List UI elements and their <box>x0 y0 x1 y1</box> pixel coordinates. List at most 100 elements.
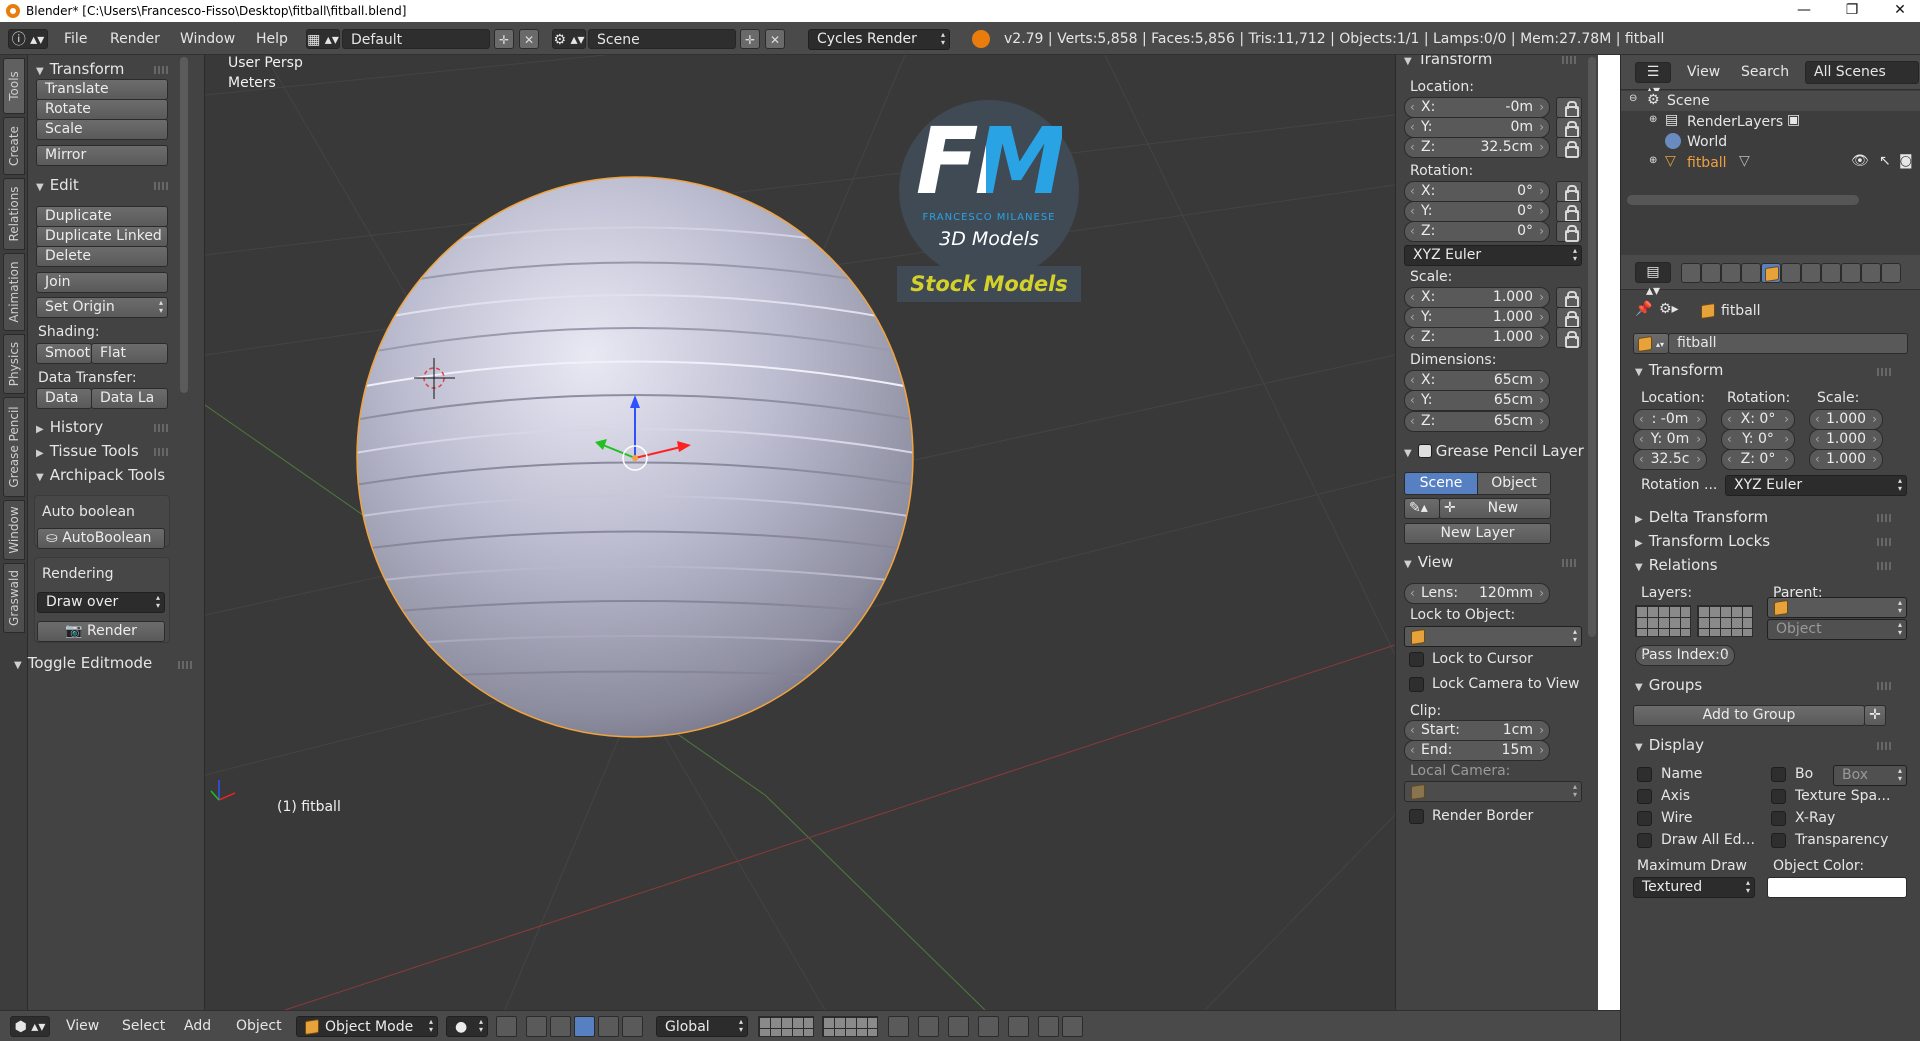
modifiers-tab-icon[interactable] <box>1801 263 1821 283</box>
local-camera-field[interactable] <box>1404 781 1582 802</box>
set-origin-dropdown[interactable]: Set Origin <box>36 297 168 318</box>
manipulator-toggle-icon[interactable] <box>526 1016 547 1037</box>
lock-object-field[interactable] <box>1404 626 1582 647</box>
constraints-tab-icon[interactable] <box>1781 263 1801 283</box>
3d-viewport[interactable]: User Persp Meters (1) fitball FM FRANCES… <box>205 55 1395 1010</box>
transform-panel-header[interactable]: ▼ Transform <box>1635 360 1723 380</box>
scale-button[interactable]: Scale <box>36 119 168 140</box>
tab-tools[interactable]: Tools <box>3 58 25 114</box>
viewport-shading-dropdown[interactable]: ● <box>446 1016 488 1037</box>
outliner-view-menu[interactable]: View <box>1687 64 1720 80</box>
tissue-tools-panel-header[interactable]: ▶ Tissue Tools <box>36 441 139 461</box>
new-layer-button[interactable]: New Layer <box>1404 523 1551 544</box>
location-y-field[interactable]: Y: 0m <box>1633 429 1707 450</box>
outliner-search-menu[interactable]: Search <box>1741 64 1789 80</box>
tab-graswald[interactable]: Graswald <box>3 563 25 633</box>
lock-icon[interactable] <box>1556 327 1582 348</box>
object-tab-icon[interactable] <box>1761 263 1781 283</box>
smooth-shading-button[interactable]: Smooth <box>36 343 92 364</box>
flat-shading-button[interactable]: Flat <box>91 343 168 364</box>
panel-grip-icon[interactable] <box>1877 368 1893 376</box>
rotate-manipulator-icon[interactable] <box>574 1016 595 1037</box>
outliner-filter-dropdown[interactable]: All Scenes <box>1805 61 1919 84</box>
panel-grip-icon[interactable] <box>1562 56 1578 64</box>
lock-to-cursor-checkbox[interactable] <box>1409 652 1424 667</box>
new-group-plus-icon[interactable]: ✛ <box>1864 705 1886 726</box>
render-tab-icon[interactable] <box>1681 263 1701 283</box>
join-button[interactable]: Join <box>36 272 168 293</box>
texture-tab-icon[interactable] <box>1861 263 1881 283</box>
rotation-z-field[interactable]: Z:0° <box>1404 221 1550 242</box>
object-datablock-icon[interactable]: ▴▾ <box>1633 333 1669 354</box>
duplicate-button[interactable]: Duplicate <box>36 206 168 227</box>
opengl-animation-icon[interactable] <box>1062 1016 1083 1037</box>
lock-icon[interactable] <box>1556 221 1582 242</box>
outliner-item-renderlayers[interactable]: RenderLayers <box>1687 114 1783 130</box>
dimension-y-field[interactable]: Y:65cm <box>1404 390 1550 411</box>
new-grease-pencil-button[interactable]: ✛ New <box>1439 498 1551 519</box>
pencil-icon[interactable]: ✎▴ <box>1404 498 1440 519</box>
panel-grip-icon[interactable] <box>154 424 170 432</box>
lock-icon[interactable] <box>1556 181 1582 202</box>
outliner-editor-icon[interactable]: ☰ ▴▾ <box>1635 62 1671 99</box>
transform-panel-header[interactable]: ▼ Transform <box>1404 55 1492 69</box>
toggle-editmode-header[interactable]: ▼ Toggle Editmode <box>14 653 152 673</box>
scene-icon[interactable]: ⚙ ▴▾ <box>552 29 586 49</box>
transform-orientation-dropdown[interactable]: Global <box>656 1016 748 1037</box>
panel-grip-icon[interactable] <box>1877 562 1893 570</box>
tab-create[interactable]: Create <box>3 117 25 175</box>
close-icon[interactable]: ✕ <box>1880 0 1920 22</box>
tab-animation[interactable]: Animation <box>3 253 25 331</box>
render-camera-icon[interactable]: ◙ <box>1899 153 1913 169</box>
lock-icon[interactable] <box>1556 117 1582 138</box>
panel-grip-icon[interactable] <box>178 661 194 669</box>
add-screen-icon[interactable]: ✛ <box>494 29 514 49</box>
lock-camera-checkbox[interactable] <box>1409 677 1424 692</box>
delete-scene-icon[interactable]: ✕ <box>765 29 785 49</box>
panel-grip-icon[interactable] <box>154 66 170 74</box>
layers-grid-1[interactable] <box>1635 605 1691 637</box>
editor-type-3dview-icon[interactable]: ⬢ ▴▾ <box>10 1016 50 1037</box>
transform-panel-header[interactable]: ▼ Transform <box>36 59 124 79</box>
editor-type-info-icon[interactable]: ⓘ ▴▾ <box>8 29 48 49</box>
rotation-mode-dropdown[interactable]: XYZ Euler <box>1404 245 1582 266</box>
lock-icon[interactable] <box>1556 201 1582 222</box>
menu-select[interactable]: Select <box>122 1016 165 1037</box>
display-xray-checkbox[interactable] <box>1771 811 1786 826</box>
panel-grip-icon[interactable] <box>154 182 170 190</box>
panel-grip-icon[interactable] <box>1877 742 1893 750</box>
clip-end-field[interactable]: End:15m <box>1404 740 1550 761</box>
grease-pencil-layer-header[interactable]: ▼ Grease Pencil Layer <box>1404 441 1584 461</box>
bounds-type-dropdown[interactable]: Box <box>1833 765 1907 786</box>
rotation-x-field[interactable]: X:0° <box>1404 181 1550 202</box>
render-border-checkbox[interactable] <box>1409 809 1424 824</box>
panel-grip-icon[interactable] <box>1877 514 1893 522</box>
tool-shelf-scrollbar[interactable] <box>180 57 188 393</box>
delta-transform-header[interactable]: ▶ Delta Transform <box>1635 507 1768 527</box>
layers-grid-2[interactable] <box>1697 605 1753 637</box>
snap-toggle-icon[interactable] <box>948 1016 969 1037</box>
delete-button[interactable]: Delete <box>36 246 168 267</box>
outliner-item-fitball[interactable]: fitball <box>1687 155 1727 171</box>
parent-type-dropdown[interactable]: Object <box>1767 619 1907 640</box>
n-panel-scrollbar[interactable] <box>1588 57 1596 637</box>
history-panel-header[interactable]: ▶ History <box>36 417 103 437</box>
tab-relations[interactable]: Relations <box>3 178 25 250</box>
screen-layout-icon[interactable]: ▦ ▴▾ <box>306 29 340 49</box>
rotation-x-field[interactable]: X: 0° <box>1721 409 1795 430</box>
panel-grip-icon[interactable] <box>1562 559 1578 567</box>
scene-field[interactable]: Scene <box>588 29 736 49</box>
render-engine-dropdown[interactable]: Cycles Render <box>808 29 950 50</box>
scale-x-field[interactable]: 1.000 <box>1809 409 1883 430</box>
menu-help[interactable]: Help <box>256 29 288 49</box>
rotate-button[interactable]: Rotate <box>36 99 168 120</box>
view-panel-header[interactable]: ▼ View <box>1404 552 1453 572</box>
pass-index-field[interactable]: Pass Index:0 <box>1635 645 1735 666</box>
menu-render[interactable]: Render <box>110 29 160 49</box>
opengl-render-icon[interactable] <box>1038 1016 1059 1037</box>
rotation-z-field[interactable]: Z: 0° <box>1721 449 1795 470</box>
display-axis-checkbox[interactable] <box>1637 789 1652 804</box>
display-transparency-checkbox[interactable] <box>1771 833 1786 848</box>
grease-pencil-object-tab[interactable]: Object <box>1477 472 1551 495</box>
location-y-field[interactable]: Y:0m <box>1404 117 1550 138</box>
